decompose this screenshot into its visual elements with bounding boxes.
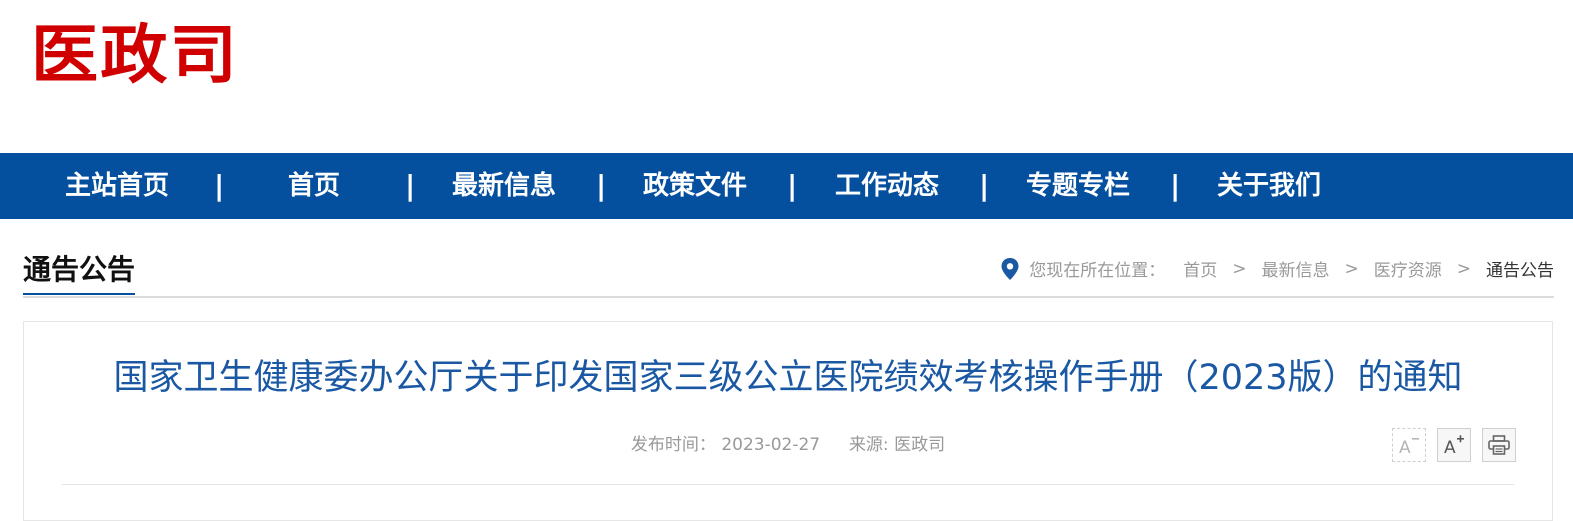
article-divider <box>62 484 1514 485</box>
article-title: 国家卫生健康委办公厅关于印发国家三级公立医院绩效考核操作手册（2023版）的通知 <box>113 358 1463 398</box>
source-label: 来源: <box>848 435 889 455</box>
nav-separator: | <box>1170 169 1181 202</box>
nav-item-work-news[interactable]: 工作动态 <box>835 153 939 219</box>
nav-separator: | <box>596 169 607 202</box>
breadcrumb-separator: > <box>1344 258 1359 279</box>
decrease-font-button[interactable]: A <box>1392 428 1426 462</box>
print-icon <box>1488 435 1510 455</box>
print-button[interactable] <box>1482 428 1516 462</box>
site-header: 医政司 <box>0 0 1573 153</box>
increase-font-button[interactable]: A <box>1437 428 1471 462</box>
breadcrumb-item-medical-resources[interactable]: 医疗资源 <box>1374 256 1442 281</box>
svg-text:A: A <box>1444 438 1456 456</box>
breadcrumb: 您现在所在位置： 首页 > 最新信息 > 医疗资源 > 通告公告 <box>1001 256 1554 281</box>
breadcrumb-separator: > <box>1232 258 1247 279</box>
source-value: 医政司 <box>894 435 946 455</box>
nav-separator: | <box>214 169 225 202</box>
breadcrumb-item-current: 通告公告 <box>1486 261 1554 281</box>
section-header: 通告公告 您现在所在位置： 首页 > 最新信息 > 医疗资源 > 通告公告 <box>23 250 1554 298</box>
nav-separator: | <box>405 169 416 202</box>
nav-item-policy-docs[interactable]: 政策文件 <box>643 153 747 219</box>
article-tools: A A <box>1392 428 1516 462</box>
breadcrumb-item-home[interactable]: 首页 <box>1183 256 1217 281</box>
breadcrumb-prefix: 您现在所在位置： <box>1029 261 1166 281</box>
section-title: 通告公告 <box>23 254 136 295</box>
publish-time-label: 发布时间： <box>630 435 716 455</box>
font-decrease-icon: A <box>1399 438 1419 456</box>
nav-item-main-home[interactable]: 主站首页 <box>65 153 169 219</box>
breadcrumb-separator: > <box>1456 258 1471 279</box>
nav-separator: | <box>787 169 798 202</box>
font-increase-icon: A <box>1444 435 1464 456</box>
location-pin-icon <box>1001 257 1019 280</box>
svg-text:A: A <box>1399 438 1411 456</box>
site-logo[interactable]: 医政司 <box>31 20 239 92</box>
nav-item-about-us[interactable]: 关于我们 <box>1217 153 1321 219</box>
article-container: 国家卫生健康委办公厅关于印发国家三级公立医院绩效考核操作手册（2023版）的通知… <box>23 321 1553 521</box>
main-navbar: 主站首页 | 首页 | 最新信息 | 政策文件 | 工作动态 | 专题专栏 | … <box>0 153 1573 219</box>
article-meta: 发布时间： 2023-02-27 来源: 医政司 <box>24 430 1552 455</box>
nav-item-home[interactable]: 首页 <box>288 153 340 219</box>
nav-separator: | <box>979 169 990 202</box>
nav-item-special-topics[interactable]: 专题专栏 <box>1026 153 1130 219</box>
publish-date: 2023-02-27 <box>721 435 821 455</box>
breadcrumb-item-latest-info[interactable]: 最新信息 <box>1262 256 1330 281</box>
nav-item-latest-info[interactable]: 最新信息 <box>452 153 556 219</box>
